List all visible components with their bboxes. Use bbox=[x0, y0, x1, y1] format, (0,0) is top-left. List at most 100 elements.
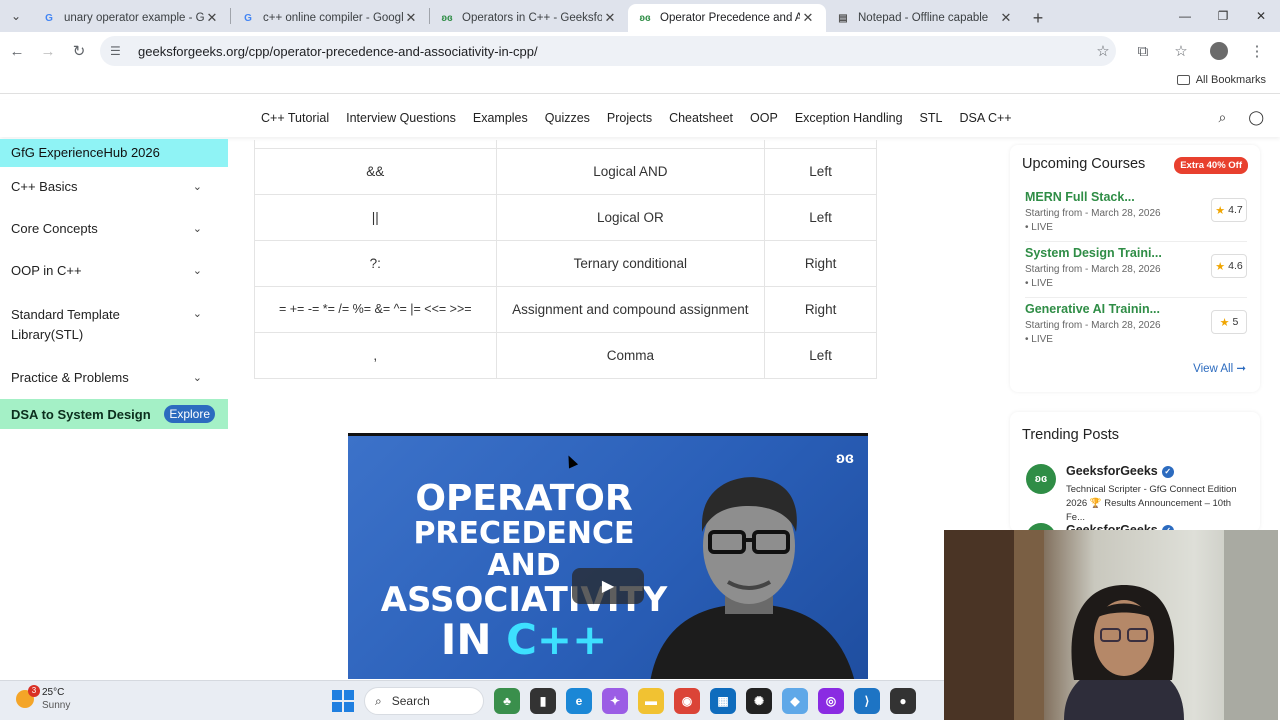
copilot-icon[interactable]: ✦ bbox=[602, 688, 628, 714]
chevron-down-icon: ⌄ bbox=[192, 181, 202, 193]
all-bookmarks-label: All Bookmarks bbox=[1195, 74, 1266, 86]
bookmark-star-icon[interactable]: ☆ bbox=[1090, 42, 1116, 60]
bookmarks-bar: All Bookmarks bbox=[0, 70, 1280, 94]
profile-avatar[interactable] bbox=[1210, 42, 1228, 60]
chrome-icon[interactable]: ◉ bbox=[674, 688, 700, 714]
chevron-down-icon: ⌄ bbox=[192, 223, 202, 235]
divider bbox=[1025, 241, 1247, 242]
nav-link-exception-handling[interactable]: Exception Handling bbox=[795, 111, 903, 125]
post-text[interactable]: Technical Scripter - GfG Connect Edition… bbox=[1066, 483, 1246, 524]
close-tab-icon[interactable]: ✕ bbox=[998, 10, 1014, 26]
nav-link-quizzes[interactable]: Quizzes bbox=[545, 111, 590, 125]
address-bar[interactable]: ☰ geeksforgeeks.org/cpp/operator-precede… bbox=[100, 36, 1116, 66]
table-row: ?: Ternary conditional Right bbox=[254, 239, 877, 287]
video-player[interactable]: OPERATOR PRECEDENCE AND ASSOCIATIVITY IN… bbox=[348, 433, 868, 679]
upcoming-courses-heading: Upcoming Courses bbox=[1022, 156, 1146, 172]
webcam-overlay bbox=[944, 530, 1278, 720]
weather-desc: Sunny bbox=[42, 700, 71, 711]
sidebar-item-label: Standard Template Library(STL) bbox=[11, 307, 120, 342]
reload-icon[interactable]: ↻ bbox=[64, 36, 94, 66]
windows-start-icon[interactable] bbox=[332, 690, 354, 712]
upcoming-courses-panel: Upcoming Courses Extra 40% Off MERN Full… bbox=[1010, 145, 1260, 392]
photos-icon[interactable]: ◆ bbox=[782, 688, 808, 714]
sidebar-item-oop[interactable]: OOP in C++ ⌄ bbox=[0, 253, 228, 288]
chat-icon[interactable]: ◯ bbox=[1248, 109, 1264, 126]
gfg-icon: ʚɞ bbox=[639, 12, 651, 24]
chatgpt-icon[interactable]: ✺ bbox=[746, 688, 772, 714]
tab-title: unary operator example - Goog bbox=[64, 12, 204, 24]
weather-text: 25°C Sunny bbox=[42, 686, 70, 712]
associativity-cell: Right bbox=[764, 239, 877, 287]
sidebar-experiencehub[interactable]: GfG ExperienceHub 2026 bbox=[0, 139, 228, 167]
tab-3-active[interactable]: ʚɞ Operator Precedence and Asso ✕ bbox=[628, 4, 826, 32]
tab-4[interactable]: ▤ Notepad - Offline capable ✕ bbox=[826, 4, 1024, 32]
sidebar-item-label: C++ Basics bbox=[11, 179, 78, 194]
operator-cell: && bbox=[254, 147, 497, 195]
minimize-icon[interactable]: — bbox=[1166, 0, 1204, 32]
file-explorer-icon[interactable]: ▬ bbox=[638, 688, 664, 714]
course-item[interactable]: MERN Full Stack... Starting from - March… bbox=[1025, 190, 1247, 233]
close-tab-icon[interactable]: ✕ bbox=[204, 10, 220, 26]
course-item[interactable]: Generative AI Trainin... Starting from -… bbox=[1025, 302, 1247, 345]
sidebar-item-label: Core Concepts bbox=[11, 221, 98, 236]
nav-link-stl[interactable]: STL bbox=[920, 111, 943, 125]
restore-icon[interactable]: ❐ bbox=[1204, 0, 1242, 32]
nav-link-interview-questions[interactable]: Interview Questions bbox=[346, 111, 456, 125]
extensions-icon[interactable]: ⧉ bbox=[1126, 36, 1160, 66]
sidebar-dsa-system-design[interactable]: DSA to System Design Explore bbox=[0, 399, 228, 429]
all-bookmarks-button[interactable]: All Bookmarks bbox=[1176, 74, 1266, 86]
nav-link-examples[interactable]: Examples bbox=[473, 111, 528, 125]
weather-widget[interactable]: 3 25°C Sunny bbox=[16, 685, 70, 712]
forward-arrow-icon[interactable]: → bbox=[33, 36, 63, 66]
nav-link-cheatsheet[interactable]: Cheatsheet bbox=[669, 111, 733, 125]
nav-link-oop[interactable]: OOP bbox=[750, 111, 778, 125]
site-info-icon[interactable]: ☰ bbox=[110, 44, 128, 58]
sidebar-item-cpp-basics[interactable]: C++ Basics ⌄ bbox=[0, 169, 228, 204]
tab-search-chevron-icon[interactable]: ⌄ bbox=[0, 0, 32, 32]
site-nav: C++ Tutorial Interview Questions Example… bbox=[0, 100, 1280, 137]
taskbar-search[interactable]: ⌕ Search bbox=[364, 687, 484, 715]
app-icon[interactable]: ● bbox=[890, 688, 916, 714]
sidebar-item-core-concepts[interactable]: Core Concepts ⌄ bbox=[0, 211, 228, 246]
close-tab-icon[interactable]: ✕ bbox=[403, 10, 419, 26]
tab-2[interactable]: ʚɞ Operators in C++ - GeeksforGe ✕ bbox=[430, 4, 628, 32]
file-viewer-icon[interactable]: ▮ bbox=[530, 688, 556, 714]
associativity-cell: Left bbox=[764, 147, 877, 195]
sidebar-item-practice[interactable]: Practice & Problems ⌄ bbox=[0, 360, 228, 395]
sidebar-item-stl[interactable]: Standard Template Library(STL) ⌄ bbox=[0, 295, 228, 354]
close-tab-icon[interactable]: ✕ bbox=[602, 10, 618, 26]
description-cell: Ternary conditional bbox=[495, 239, 766, 287]
star-icon: ★ bbox=[1219, 316, 1230, 329]
site-nav-links: C++ Tutorial Interview Questions Example… bbox=[261, 111, 1029, 125]
tab-title: c++ online compiler - Google S bbox=[263, 12, 403, 24]
sidebar-item-label: OOP in C++ bbox=[11, 263, 82, 278]
app-icon[interactable]: ◎ bbox=[818, 688, 844, 714]
taskbar-search-label: Search bbox=[391, 694, 430, 708]
rating-value: 4.7 bbox=[1228, 204, 1243, 216]
back-arrow-icon[interactable]: ← bbox=[2, 36, 32, 66]
explore-button[interactable]: Explore bbox=[164, 405, 215, 423]
play-icon[interactable]: ▶ bbox=[572, 568, 644, 604]
video-title-line: IN C++ bbox=[374, 617, 674, 663]
widgets-icon[interactable]: ♣ bbox=[494, 688, 520, 714]
nav-link-projects[interactable]: Projects bbox=[607, 111, 652, 125]
nav-link-dsa-cpp[interactable]: DSA C++ bbox=[959, 111, 1011, 125]
store-icon[interactable]: ▦ bbox=[710, 688, 736, 714]
new-tab-plus-icon[interactable]: + bbox=[1024, 4, 1052, 32]
vscode-icon[interactable]: ⟩ bbox=[854, 688, 880, 714]
search-icon[interactable]: ⌕ bbox=[1218, 109, 1226, 126]
close-tab-icon[interactable]: ✕ bbox=[800, 10, 816, 26]
tab-1[interactable]: G c++ online compiler - Google S ✕ bbox=[231, 4, 429, 32]
view-all-link[interactable]: View All ➞ bbox=[1193, 361, 1246, 375]
sidebar: GfG ExperienceHub 2026 C++ Basics ⌄ Core… bbox=[0, 139, 228, 429]
bookmarks-icon[interactable]: ☆ bbox=[1164, 36, 1198, 66]
course-item[interactable]: System Design Traini... Starting from - … bbox=[1025, 246, 1247, 289]
window-controls: — ❐ ✕ bbox=[1166, 0, 1280, 32]
edge-icon[interactable]: e bbox=[566, 688, 592, 714]
close-window-icon[interactable]: ✕ bbox=[1242, 0, 1280, 32]
tab-0[interactable]: G unary operator example - Goog ✕ bbox=[32, 4, 230, 32]
webcam-person-image bbox=[944, 530, 1278, 720]
chevron-down-icon: ⌄ bbox=[192, 265, 202, 277]
menu-kebab-icon[interactable]: ⋮ bbox=[1240, 36, 1274, 66]
nav-link-cpp-tutorial[interactable]: C++ Tutorial bbox=[261, 111, 329, 125]
